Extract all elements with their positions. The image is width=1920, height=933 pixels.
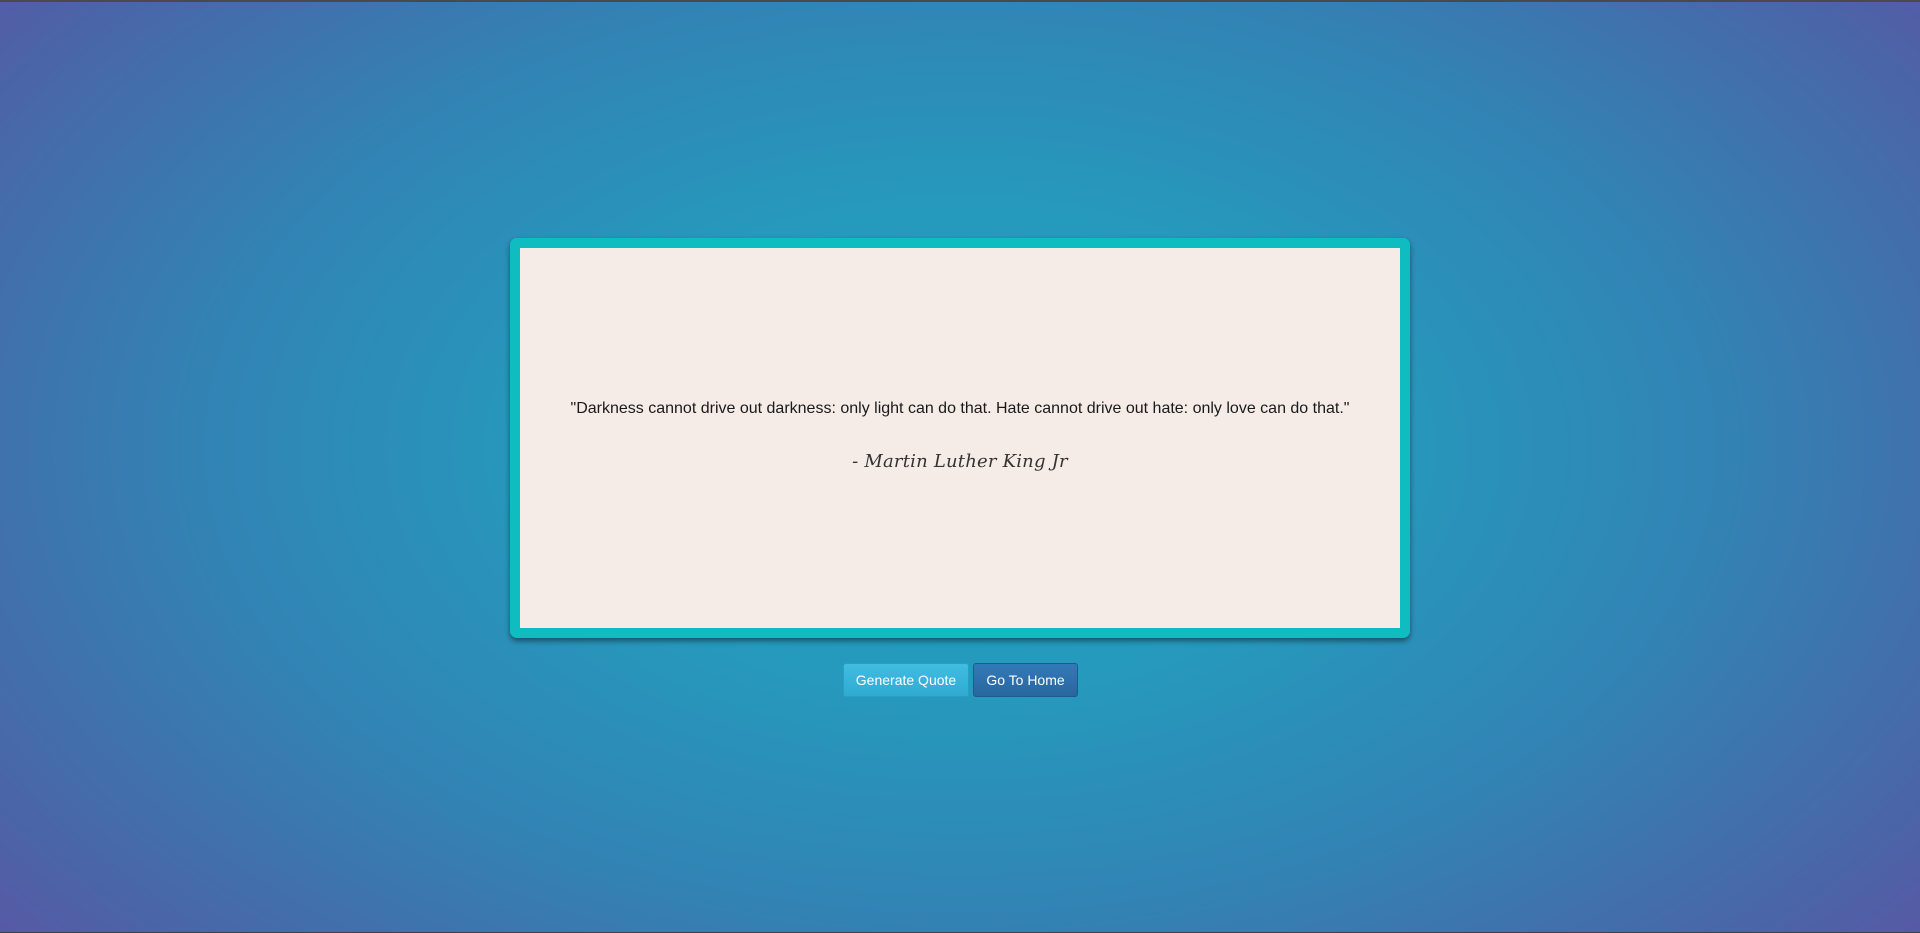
quote-card: "Darkness cannot drive out darkness: onl… <box>520 248 1400 628</box>
quote-text: "Darkness cannot drive out darkness: onl… <box>570 400 1350 417</box>
window-top-edge <box>0 0 1920 2</box>
quote-box: "Darkness cannot drive out darkness: onl… <box>510 238 1410 638</box>
go-to-home-button[interactable]: Go To Home <box>973 663 1078 697</box>
quote-author: - Martin Luther King Jr <box>852 451 1068 472</box>
generate-quote-button[interactable]: Generate Quote <box>843 663 969 697</box>
action-buttons: Generate Quote Go To Home <box>843 663 1078 697</box>
